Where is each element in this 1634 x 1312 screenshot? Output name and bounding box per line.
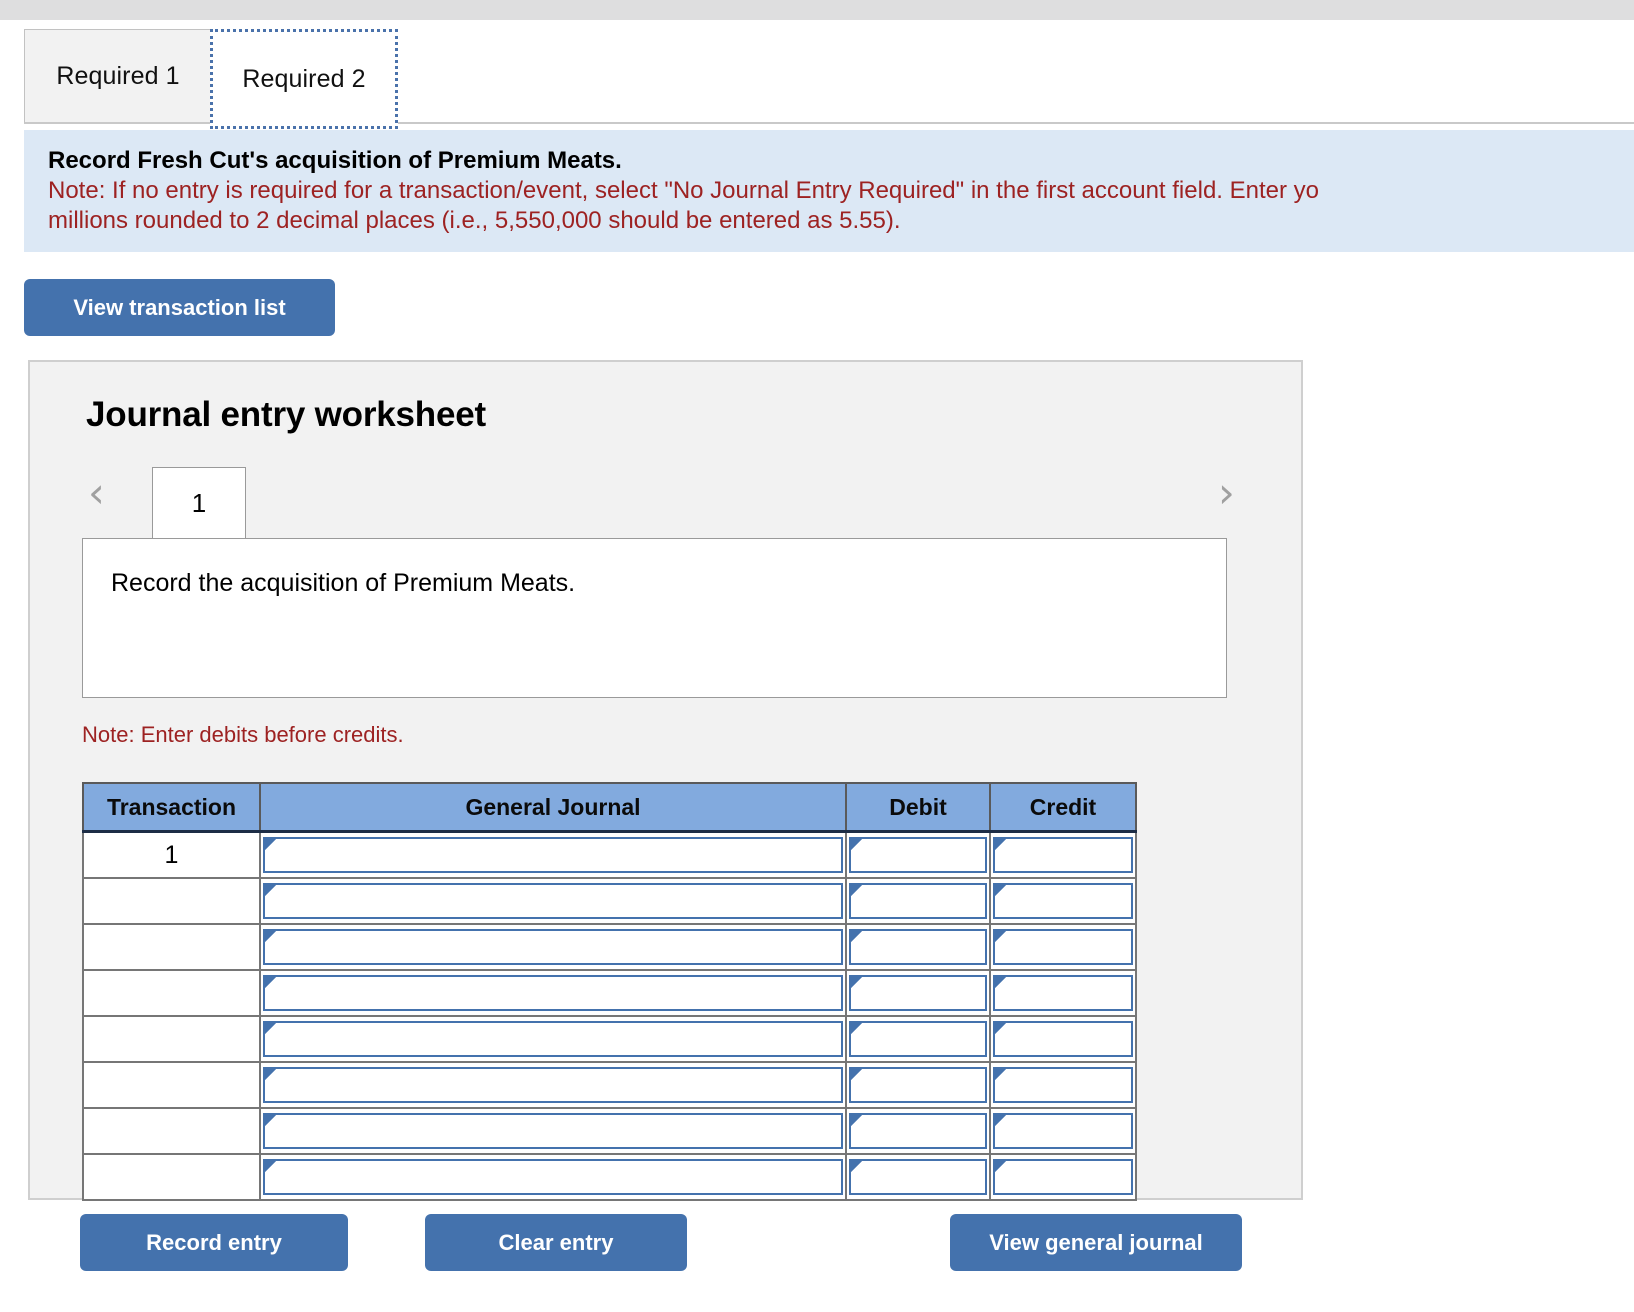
tab-required-2[interactable]: Required 2 xyxy=(210,29,398,129)
table-row xyxy=(82,1107,1137,1155)
table-row xyxy=(82,877,1137,925)
general-journal-select-2[interactable] xyxy=(263,929,843,965)
column-header-general-journal: General Journal xyxy=(259,782,847,833)
debit-input-1[interactable] xyxy=(849,883,987,919)
credit-cell xyxy=(989,1153,1137,1201)
credit-cell xyxy=(989,1107,1137,1155)
debit-cell xyxy=(845,1015,991,1063)
credit-input-1[interactable] xyxy=(993,883,1133,919)
banner-note-line-2: millions rounded to 2 decimal places (i.… xyxy=(48,207,901,234)
chevron-left-icon[interactable]: ‹ xyxy=(88,472,105,514)
worksheet-description-box: Record the acquisition of Premium Meats. xyxy=(82,538,1227,698)
general-journal-cell xyxy=(259,969,847,1017)
table-row xyxy=(82,1015,1137,1063)
general-journal-cell xyxy=(259,1107,847,1155)
transaction-number-cell: 1 xyxy=(82,830,261,879)
transaction-number-cell xyxy=(82,969,261,1017)
general-journal-select-4[interactable] xyxy=(263,1021,843,1057)
banner-note-line-1: Note: If no entry is required for a tran… xyxy=(48,177,1320,204)
tab-required-1-label: Required 1 xyxy=(56,61,180,90)
table-header-row: Transaction General Journal Debit Credit xyxy=(82,782,1137,833)
credit-input-7[interactable] xyxy=(993,1159,1133,1195)
transaction-number-cell xyxy=(82,923,261,971)
view-transaction-list-button[interactable]: View transaction list xyxy=(24,279,335,336)
table-row xyxy=(82,1061,1137,1109)
transaction-number-cell xyxy=(82,877,261,925)
general-journal-cell xyxy=(259,877,847,925)
credit-input-3[interactable] xyxy=(993,975,1133,1011)
general-journal-select-6[interactable] xyxy=(263,1113,843,1149)
column-header-credit: Credit xyxy=(989,782,1137,833)
requirement-tab-bar: Required 1 Required 2 xyxy=(24,29,1634,129)
column-header-transaction: Transaction xyxy=(82,782,261,833)
debit-cell xyxy=(845,923,991,971)
debit-input-6[interactable] xyxy=(849,1113,987,1149)
transaction-number-cell xyxy=(82,1061,261,1109)
tab-required-2-label: Required 2 xyxy=(242,64,366,93)
journal-entry-worksheet-panel: Journal entry worksheet ‹ › 1 Record the… xyxy=(28,360,1303,1201)
debit-input-7[interactable] xyxy=(849,1159,987,1195)
general-journal-select-5[interactable] xyxy=(263,1067,843,1103)
worksheet-page-tab-1[interactable]: 1 xyxy=(152,467,246,539)
table-row xyxy=(82,969,1137,1017)
debit-cell xyxy=(845,1107,991,1155)
general-journal-select-7[interactable] xyxy=(263,1159,843,1195)
credit-input-0[interactable] xyxy=(993,837,1133,873)
chevron-right-icon[interactable]: › xyxy=(1218,472,1235,514)
general-journal-cell xyxy=(259,923,847,971)
credit-input-4[interactable] xyxy=(993,1021,1133,1057)
debit-cell xyxy=(845,830,991,879)
credit-input-2[interactable] xyxy=(993,929,1133,965)
credit-input-5[interactable] xyxy=(993,1067,1133,1103)
record-entry-button[interactable]: Record entry xyxy=(80,1214,348,1271)
table-row: 1 xyxy=(82,830,1137,879)
debit-input-2[interactable] xyxy=(849,929,987,965)
credit-cell xyxy=(989,1015,1137,1063)
top-gray-strip xyxy=(0,0,1634,20)
debits-before-credits-note: Note: Enter debits before credits. xyxy=(82,722,404,747)
general-journal-select-0[interactable] xyxy=(263,837,843,873)
instruction-banner: Record Fresh Cut's acquisition of Premiu… xyxy=(24,130,1634,252)
worksheet-title: Journal entry worksheet xyxy=(86,395,486,434)
general-journal-select-1[interactable] xyxy=(263,883,843,919)
debit-cell xyxy=(845,1061,991,1109)
view-general-journal-button[interactable]: View general journal xyxy=(950,1214,1242,1271)
debit-cell xyxy=(845,969,991,1017)
journal-entry-table: Transaction General Journal Debit Credit… xyxy=(82,782,1137,1201)
debit-input-0[interactable] xyxy=(849,837,987,873)
debit-input-3[interactable] xyxy=(849,975,987,1011)
debit-cell xyxy=(845,1153,991,1201)
credit-cell xyxy=(989,877,1137,925)
general-journal-select-3[interactable] xyxy=(263,975,843,1011)
credit-input-6[interactable] xyxy=(993,1113,1133,1149)
credit-cell xyxy=(989,923,1137,971)
table-row xyxy=(82,1153,1137,1201)
transaction-number-cell xyxy=(82,1107,261,1155)
credit-cell xyxy=(989,1061,1137,1109)
banner-title: Record Fresh Cut's acquisition of Premiu… xyxy=(48,147,622,174)
worksheet-description-text: Record the acquisition of Premium Meats. xyxy=(111,569,576,597)
credit-cell xyxy=(989,969,1137,1017)
clear-entry-button[interactable]: Clear entry xyxy=(425,1214,687,1271)
debit-input-4[interactable] xyxy=(849,1021,987,1057)
column-header-debit: Debit xyxy=(845,782,991,833)
journal-entry-table-body: 1 xyxy=(82,830,1137,1201)
general-journal-cell xyxy=(259,1061,847,1109)
transaction-number-cell xyxy=(82,1153,261,1201)
transaction-number-cell xyxy=(82,1015,261,1063)
general-journal-cell xyxy=(259,1015,847,1063)
tab-required-1[interactable]: Required 1 xyxy=(24,29,212,123)
general-journal-cell xyxy=(259,830,847,879)
credit-cell xyxy=(989,830,1137,879)
debit-cell xyxy=(845,877,991,925)
debit-input-5[interactable] xyxy=(849,1067,987,1103)
table-row xyxy=(82,923,1137,971)
general-journal-cell xyxy=(259,1153,847,1201)
worksheet-page-number: 1 xyxy=(191,488,207,518)
